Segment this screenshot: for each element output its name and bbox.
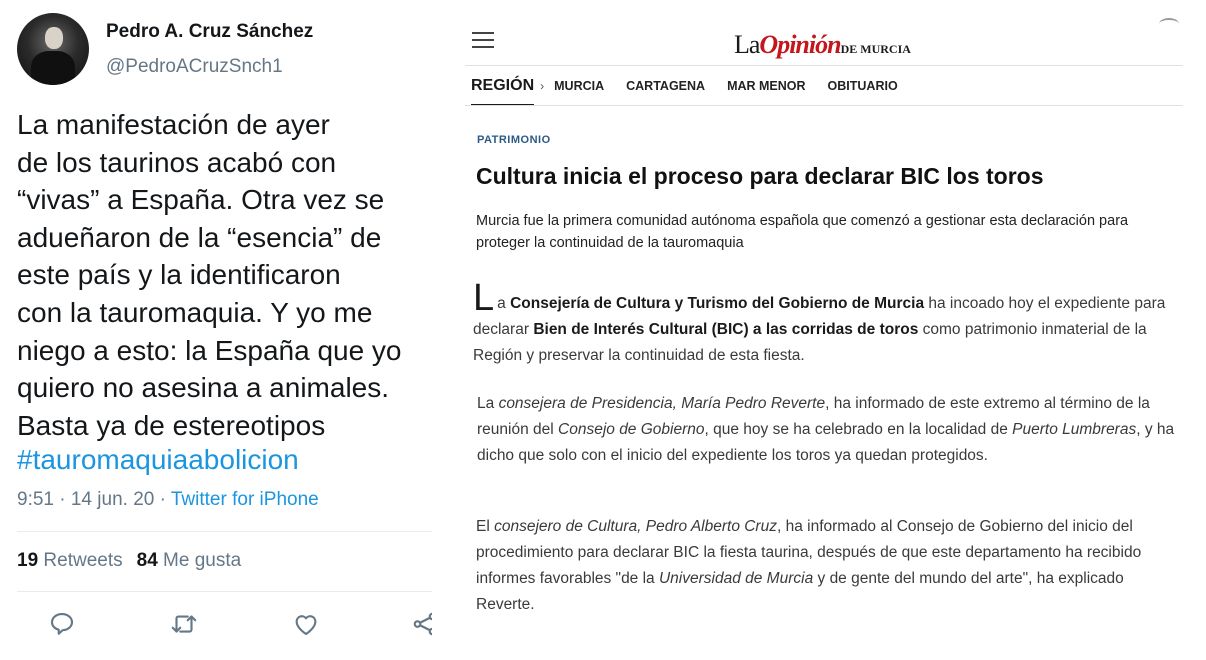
- nav-item-cartagena[interactable]: CARTAGENA: [626, 79, 705, 93]
- paragraph-bold: Consejería de Cultura y Turismo del Gobi…: [510, 295, 925, 312]
- article-paragraph: El consejero de Cultura, Pedro Alberto C…: [476, 514, 1181, 618]
- tweet-timestamp[interactable]: 9:51 · 14 jun. 20 ·: [17, 489, 171, 510]
- drop-cap: L: [473, 277, 495, 319]
- likes-stat[interactable]: 84 Me gusta: [137, 550, 242, 571]
- paragraph-italic: Puerto Lumbreras: [1012, 421, 1137, 438]
- paragraph-text: , que hoy se ha celebrado en la localida…: [704, 421, 1013, 438]
- avatar[interactable]: [17, 13, 89, 85]
- paragraph-italic: Consejo de Gobierno: [558, 421, 705, 438]
- retweets-stat[interactable]: 19 Retweets: [17, 550, 123, 571]
- likes-count: 84: [136, 550, 158, 571]
- paragraph-text: a: [497, 295, 511, 312]
- account-icon[interactable]: [1159, 18, 1179, 30]
- article-headline: Cultura inicia el proceso para declarar …: [476, 163, 1044, 189]
- like-icon[interactable]: [291, 609, 321, 639]
- paragraph-italic: consejero de Cultura, Pedro Alberto Cruz: [494, 518, 777, 535]
- share-icon[interactable]: [410, 609, 432, 639]
- avatar-body: [31, 51, 75, 85]
- tweet-source-link[interactable]: Twitter for iPhone: [171, 489, 319, 510]
- article-paragraph: La consejera de Presidencia, María Pedro…: [477, 391, 1182, 469]
- retweet-icon[interactable]: [169, 609, 199, 639]
- hashtag-link[interactable]: #tauromaquiaabolicion: [17, 444, 299, 476]
- article-kicker[interactable]: PATRIMONIO: [477, 134, 551, 146]
- paragraph-bold: Bien de Interés Cultural (BIC) a las cor…: [533, 321, 919, 338]
- logo-la: La: [734, 30, 760, 59]
- nav-item-obituario[interactable]: OBITUARIO: [828, 79, 898, 93]
- divider: [465, 105, 1183, 106]
- nav-item-murcia[interactable]: MURCIA: [554, 79, 604, 93]
- menu-icon[interactable]: [472, 32, 494, 48]
- article-subtitle: Murcia fue la primera comunidad autónoma…: [476, 213, 1129, 251]
- tweet-meta: 9:51 · 14 jun. 20 · Twitter for iPhone: [17, 489, 319, 511]
- chevron-right-icon: ›: [540, 78, 545, 93]
- author-handle[interactable]: @PedroACruzSnch1: [106, 56, 283, 78]
- tweet-card: Pedro A. Cruz Sánchez @PedroACruzSnch1 L…: [0, 0, 440, 660]
- tweet-text: La manifestación de ayer de los taurinos…: [17, 109, 402, 441]
- nav-current-section[interactable]: REGIÓN: [471, 66, 535, 106]
- news-article-page: LaOpiniónDE MURCIA REGIÓN › MURCIA CARTA…: [448, 0, 1206, 660]
- paragraph-text: El: [476, 518, 495, 535]
- divider: [17, 591, 432, 592]
- reply-icon[interactable]: [47, 609, 77, 639]
- likes-label: Me gusta: [163, 550, 242, 571]
- retweets-count: 19: [17, 550, 39, 571]
- paragraph-italic: consejera de Presidencia, María Pedro Re…: [498, 395, 826, 412]
- author-name[interactable]: Pedro A. Cruz Sánchez: [106, 21, 313, 43]
- article-paragraph: La Consejería de Cultura y Turismo del G…: [473, 279, 1178, 369]
- divider: [17, 531, 432, 532]
- retweets-label: Retweets: [43, 550, 123, 571]
- site-logo[interactable]: LaOpiniónDE MURCIA: [734, 30, 911, 60]
- logo-de-murcia: DE MURCIA: [840, 42, 911, 56]
- avatar-head: [45, 27, 63, 49]
- section-nav: REGIÓN › MURCIA CARTAGENA MAR MENOR OBIT…: [471, 66, 920, 106]
- nav-item-mar-menor[interactable]: MAR MENOR: [727, 79, 805, 93]
- paragraph-text: La: [477, 395, 499, 412]
- paragraph-italic: Universidad de Murcia: [658, 570, 814, 587]
- logo-opinion: Opinión: [759, 30, 841, 59]
- tweet-stats: 19 Retweets 84 Me gusta: [17, 550, 241, 572]
